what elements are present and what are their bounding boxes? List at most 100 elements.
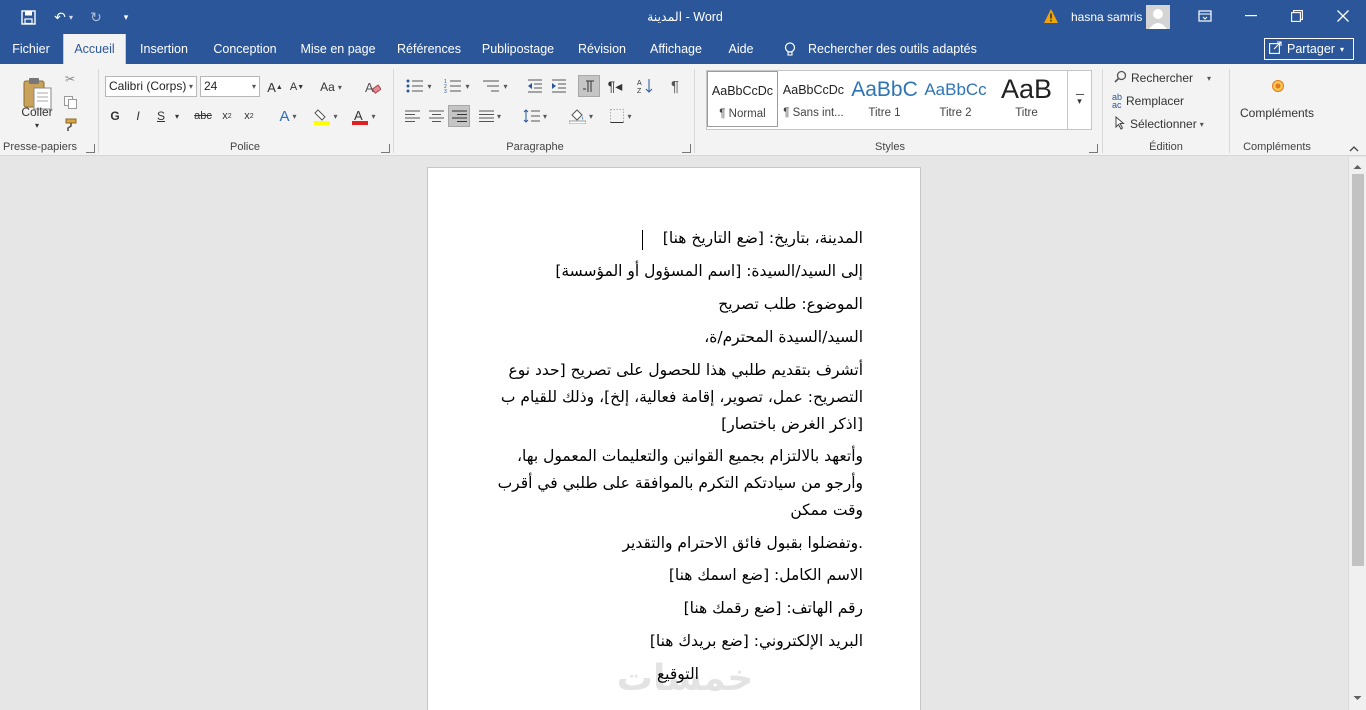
tab-publipostage[interactable]: Publipostage [475,34,561,64]
font-name-combo[interactable]: Calibri (Corps) ▾ [105,76,197,97]
tab-mise-en-page[interactable]: Mise en page [294,34,382,64]
style-no-spacing[interactable]: AaBbCcDc ¶ Sans int... [778,71,849,127]
minimize-icon[interactable] [1228,0,1274,32]
show-marks-icon[interactable]: ¶ [664,76,686,96]
tab-conception[interactable]: Conception [205,34,285,64]
paragraph-launcher-icon[interactable] [682,144,691,153]
style-heading-2[interactable]: AaBbCc Titre 2 [920,71,991,127]
superscript-icon[interactable]: x2 [240,106,258,126]
tell-me-search[interactable]: Rechercher des outils adaptés [808,34,977,64]
doc-paragraph-commitment[interactable]: وأتعهد بالالتزام بجميع القوانين والتعليم… [491,443,863,524]
align-center-icon[interactable] [426,106,446,126]
font-size-value: 24 [204,79,218,93]
font-launcher-icon[interactable] [381,144,390,153]
avatar[interactable] [1146,5,1170,29]
font-size-combo[interactable]: 24 ▾ [200,76,260,97]
vertical-scrollbar[interactable] [1348,157,1366,710]
redo-icon[interactable]: ↻ [86,8,106,26]
rtl-direction-icon[interactable]: ¶◂ [604,76,626,96]
increase-indent-icon[interactable] [548,76,570,96]
change-case-button[interactable]: Aa ▾ [316,77,346,97]
styles-launcher-icon[interactable] [1089,144,1098,153]
customize-qat-icon[interactable]: ▾ [116,8,136,26]
tab-insertion[interactable]: Insertion [131,34,197,64]
doc-paragraph-name[interactable]: الاسم الكامل: [ضع اسمك هنا] [669,562,863,589]
subscript-icon[interactable]: x2 [218,106,236,126]
align-right-icon[interactable] [448,105,470,127]
doc-paragraph-salutation[interactable]: السيد/السيدة المحترم/ة، [704,324,863,351]
svg-text:A: A [354,108,363,123]
grow-font-icon[interactable]: A ▲ [266,77,284,97]
doc-paragraph-request[interactable]: أتشرف بتقديم طلبي هذا للحصول على تصريح [… [491,357,863,438]
ltr-direction-icon[interactable] [578,75,600,97]
highlight-color-icon[interactable]: ▾ [310,106,342,126]
tab-fichier[interactable]: Fichier [4,34,58,64]
doc-paragraph-closing[interactable]: .وتفضلوا بقبول فائق الاحترام والتقدير [622,530,863,557]
tab-references[interactable]: Références [391,34,467,64]
tab-aide[interactable]: Aide [720,34,762,64]
clear-formatting-icon[interactable]: A [362,77,384,97]
replace-button[interactable]: ab ac Remplacer [1112,92,1184,110]
paste-label[interactable]: Coller [14,104,60,120]
undo-dropdown-icon[interactable]: ▾ [66,8,76,26]
addins-button[interactable]: Compléments [1232,104,1322,122]
borders-icon[interactable]: ▾ [604,106,638,126]
addins-icon[interactable] [1268,76,1288,96]
shading-icon[interactable]: ▾ [564,106,598,126]
share-button[interactable]: Partager ▾ [1264,38,1354,60]
style-title[interactable]: AaB Titre [991,71,1062,127]
doc-paragraph-phone[interactable]: رقم الهاتف: [ضع رقمك هنا] [684,595,863,622]
doc-paragraph-date[interactable]: المدينة، بتاريخ: [ضع التاريخ هنا] [663,225,863,252]
justify-icon[interactable]: ▾ [474,106,506,126]
style-title-name: Titre [1015,107,1038,119]
svg-text:3: 3 [444,89,447,93]
doc-paragraph-subject[interactable]: الموضوع: طلب تصريح [718,291,863,318]
user-name[interactable]: hasna samris [1071,10,1142,24]
italic-button[interactable]: I [129,106,147,126]
align-left-icon[interactable] [402,106,422,126]
tab-affichage[interactable]: Affichage [642,34,710,64]
sort-icon[interactable]: AZ [634,76,656,96]
editing-group-label: Édition [1149,141,1183,153]
scroll-down-icon[interactable] [1351,691,1364,703]
find-button[interactable]: Rechercher ▾ [1114,69,1211,87]
decrease-indent-icon[interactable] [524,76,546,96]
font-color-icon[interactable]: A ▾ [348,106,380,126]
paste-dropdown-icon[interactable]: ▾ [30,120,44,130]
warning-icon[interactable] [1043,8,1059,24]
doc-paragraph-email[interactable]: البريد الإلكتروني: [ضع بريدك هنا] [650,628,863,655]
style-heading-2-name: Titre 2 [939,107,972,119]
styles-more-icon[interactable]: ▾ [1067,71,1091,129]
bold-button[interactable]: G [106,106,124,126]
tab-accueil[interactable]: Accueil [63,34,126,64]
format-painter-icon[interactable] [60,116,80,134]
scroll-thumb[interactable] [1352,174,1364,566]
clipboard-launcher-icon[interactable] [86,144,95,153]
tab-revision[interactable]: Révision [571,34,633,64]
cut-icon[interactable]: ✂ [60,70,80,88]
strikethrough-button[interactable]: abc [191,106,215,126]
select-button[interactable]: Sélectionner ▾ [1114,115,1204,133]
svg-text:A: A [365,80,374,95]
doc-paragraph-signature[interactable]: التوقيع [657,661,699,688]
shrink-font-icon[interactable]: A ▼ [288,77,306,97]
collapse-ribbon-icon[interactable] [1346,143,1362,155]
line-spacing-icon[interactable]: ▾ [518,106,552,126]
style-normal[interactable]: AaBbCcDc ¶ Normal [707,71,778,127]
copy-icon[interactable] [60,93,80,111]
font-name-value: Calibri (Corps) [109,79,187,93]
underline-dropdown-icon[interactable]: ▾ [170,106,184,126]
close-icon[interactable] [1320,0,1366,32]
text-effects-icon[interactable]: A ▾ [272,106,304,126]
bullets-icon[interactable]: ▾ [402,76,436,96]
underline-button[interactable]: S [152,106,170,126]
multilevel-list-icon[interactable]: ▾ [478,76,512,96]
style-heading-1[interactable]: AaBbC Titre 1 [849,71,920,127]
numbering-icon[interactable]: 1 2 3 ▾ [440,76,474,96]
share-label: Partager [1287,42,1335,56]
doc-paragraph-recipient[interactable]: إلى السيد/السيدة: [اسم المسؤول أو المؤسس… [555,258,863,285]
save-icon[interactable] [18,8,38,26]
scroll-up-icon[interactable] [1351,160,1364,172]
restore-icon[interactable] [1274,0,1320,32]
ribbon-display-options-icon[interactable] [1182,0,1228,32]
